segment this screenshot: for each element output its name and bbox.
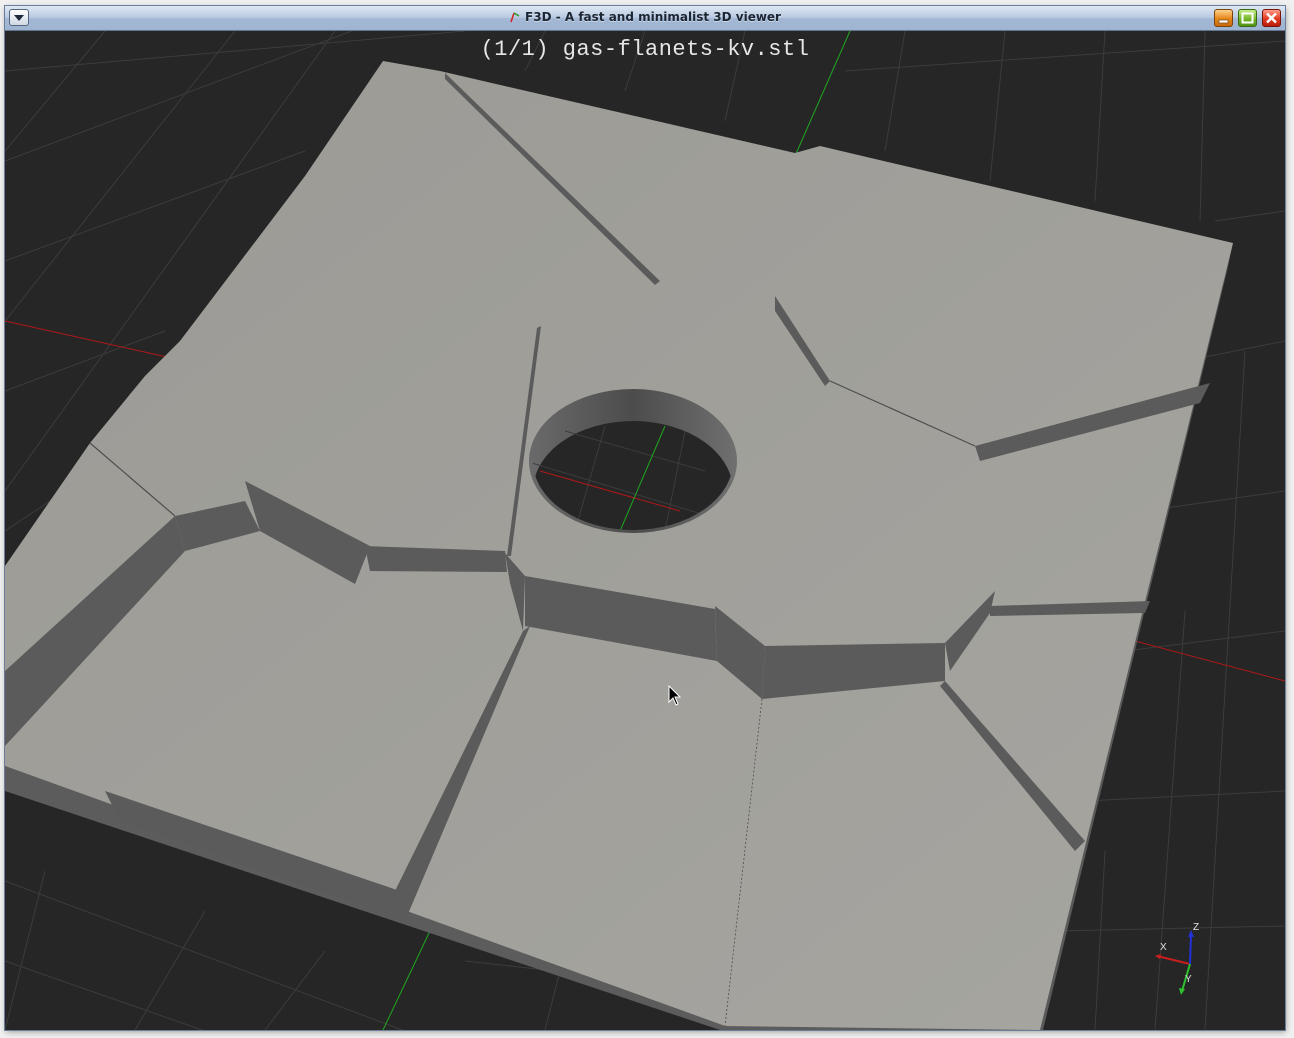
axis-z-arrow: [1189, 933, 1192, 965]
mouse-cursor-icon: [668, 685, 682, 706]
title-bar[interactable]: F3D - A fast and minimalist 3D viewer: [5, 6, 1285, 31]
x-axis-line-right: [1134, 640, 1285, 682]
close-button[interactable]: [1262, 9, 1281, 27]
axis-x-arrow: [1156, 955, 1191, 965]
maximize-icon: [1241, 12, 1254, 24]
file-name-label: (1/1) gas-flanets-kv.stl: [480, 37, 810, 62]
x-axis-line-left: [5, 320, 186, 362]
minimize-button[interactable]: [1214, 9, 1233, 27]
window-title: F3D - A fast and minimalist 3D viewer: [525, 10, 781, 24]
axis-z-label: Z: [1193, 922, 1199, 933]
window-title-wrap: F3D - A fast and minimalist 3D viewer: [5, 10, 1285, 24]
orientation-axes-widget: X Z Y: [1155, 922, 1199, 995]
app-window: F3D - A fast and minimalist 3D viewer (1…: [5, 6, 1285, 1030]
minimize-icon: [1218, 19, 1229, 24]
render-viewport[interactable]: (1/1) gas-flanets-kv.stl X Z Y: [5, 31, 1285, 1030]
close-icon: [1266, 12, 1277, 24]
axis-x-label: X: [1160, 942, 1167, 953]
axis-y-label: Y: [1185, 974, 1192, 985]
scene-render: [5, 31, 1285, 1030]
f3d-app-icon: [510, 12, 520, 23]
y-axis-line-bottom: [382, 930, 431, 1030]
maximize-button[interactable]: [1238, 9, 1257, 27]
